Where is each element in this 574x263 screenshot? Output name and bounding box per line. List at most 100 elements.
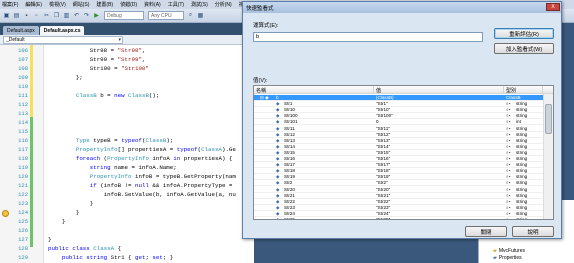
tab-default-aspx-cs[interactable]: Default.aspx.cs	[39, 26, 85, 35]
watch-row-name: Str100	[284, 113, 298, 119]
solution-explorer-icon[interactable]: ▦	[196, 11, 205, 20]
code-navigation-bar: _Default ▾	[0, 35, 254, 45]
line-number: 107	[18, 56, 28, 63]
document-tabs: Default.aspx Default.aspx.cs	[0, 23, 254, 35]
scrollbar-thumb[interactable]	[545, 104, 552, 134]
code-line: }	[48, 218, 66, 225]
watch-row-value: "Str20"	[376, 186, 391, 192]
watch-row-type: int	[516, 119, 521, 125]
visualizer-icon[interactable]: ⌕▾	[506, 187, 511, 193]
close-icon[interactable]: X	[546, 3, 560, 11]
vertical-scrollbar[interactable]	[543, 94, 553, 219]
visualizer-icon[interactable]: ⌕▾	[506, 107, 511, 113]
visualizer-icon[interactable]: ⌕▾	[506, 199, 511, 205]
menu-item[interactable]: 偵錯(D)	[120, 1, 137, 8]
column-header-type[interactable]: 型別	[504, 86, 543, 94]
expression-value: b	[256, 34, 260, 40]
platform-select[interactable]: Any CPU	[148, 11, 184, 20]
visualizer-icon[interactable]: ⌕▾	[506, 150, 511, 156]
menu-item[interactable]: 分析(N)	[215, 1, 232, 8]
watch-row-value: "Str22"	[376, 198, 391, 204]
visualizer-icon[interactable]: ⌕▾	[506, 205, 511, 211]
line-number: 112	[18, 101, 28, 108]
visualizer-icon[interactable]: ⌕▾	[506, 156, 511, 162]
property-icon: ◆	[276, 143, 280, 149]
column-header-name[interactable]: 名稱	[254, 86, 374, 94]
line-number: 126	[18, 227, 28, 234]
watch-row-type: string	[516, 113, 528, 119]
watch-row-name: Str20	[284, 186, 295, 192]
visualizer-icon[interactable]: ⌕▾	[506, 126, 511, 132]
column-header-value[interactable]: 值	[374, 86, 504, 94]
expand-icon[interactable]: ⊟ ◆	[260, 95, 269, 101]
watch-row-type: string	[516, 198, 528, 204]
cut-icon[interactable]: ✂	[42, 11, 51, 20]
menu-item[interactable]: 建置(B)	[96, 1, 113, 8]
redo-icon[interactable]: ↷	[82, 11, 91, 20]
save-icon[interactable]: ▪	[22, 11, 31, 20]
watch-row[interactable]: ◆ Str25 "Str25" ⌕▾ string	[254, 217, 553, 220]
watch-row-name: Str2	[284, 180, 293, 186]
solution-item-mvcfutures[interactable]: ▰ MvcFutures	[493, 248, 525, 254]
menu-item[interactable]: 網站(S)	[73, 1, 90, 8]
breakpoint-icon[interactable]	[2, 210, 9, 217]
visualizer-icon[interactable]: ⌕▾	[506, 132, 511, 138]
visualizer-icon[interactable]: ⌕▾	[506, 101, 511, 107]
watch-row-type: string	[516, 131, 528, 137]
menu-item[interactable]: 檢視(V)	[49, 1, 66, 8]
code-line: public class ClassA {	[48, 245, 122, 252]
visualizer-icon[interactable]: ⌕▾	[506, 168, 511, 174]
help-button[interactable]: 說明	[512, 226, 554, 237]
line-number: 121	[18, 182, 28, 189]
tab-default-aspx[interactable]: Default.aspx	[3, 26, 39, 35]
visualizer-icon[interactable]: ⌕▾	[506, 180, 511, 186]
visualizer-icon[interactable]: ⌕▾	[506, 217, 511, 219]
save-all-icon[interactable]: ▫	[32, 11, 41, 20]
line-number: 118	[18, 155, 28, 162]
watch-grid: 名稱 值 型別 ⊟ ◆ b {ClassB} ClassB ◆ Str1 "Str1" ⌕▾ s…	[253, 85, 554, 220]
visualizer-icon[interactable]: ⌕▾	[506, 144, 511, 150]
menu-item[interactable]: 測試(S)	[191, 1, 208, 8]
find-icon[interactable]: ⌕	[186, 11, 195, 20]
undo-icon[interactable]: ↶	[72, 11, 81, 20]
visualizer-icon[interactable]: ⌕▾	[506, 193, 511, 199]
visualizer-icon[interactable]: ⌕▾	[506, 174, 511, 180]
menu-item[interactable]: 工具(T)	[168, 1, 184, 8]
add-watch-button[interactable]: 加入監看式(W)	[494, 43, 554, 54]
open-file-icon[interactable]: ▤	[12, 11, 21, 20]
visualizer-icon[interactable]: ⌕▾	[506, 138, 511, 144]
watch-row-value: "Str15"	[376, 149, 391, 155]
watch-row-name: Str101	[284, 119, 298, 125]
watch-row-value: "Str17"	[376, 162, 391, 168]
menu-item[interactable]: 編輯(E)	[25, 1, 42, 8]
expression-input[interactable]: b	[253, 32, 483, 42]
property-icon: ◆	[276, 162, 280, 168]
new-project-icon[interactable]: ▣	[2, 11, 11, 20]
property-icon: ◆	[276, 204, 280, 210]
solution-config-select[interactable]: Debug	[104, 11, 144, 20]
visualizer-icon[interactable]: ⌕▾	[506, 162, 511, 168]
copy-icon[interactable]: ❐	[52, 11, 61, 20]
property-icon: ◆	[276, 217, 280, 220]
menu-item[interactable]: 檔案(F)	[2, 1, 18, 8]
visualizer-icon[interactable]: ⌕▾	[506, 113, 511, 119]
visualizer-icon[interactable]: ⌕▾	[506, 119, 511, 125]
changed-lines-marker	[30, 45, 33, 117]
property-icon: ◆	[276, 137, 280, 143]
class-dropdown[interactable]: _Default ▾	[3, 35, 123, 44]
line-number: 114	[18, 119, 28, 126]
reevaluate-button[interactable]: 重新評估(R)	[494, 28, 554, 39]
property-icon: ◆	[276, 107, 280, 113]
start-debug-icon[interactable]: ▶	[92, 11, 101, 20]
menu-item[interactable]: 資料(A)	[144, 1, 161, 8]
solution-item-properties[interactable]: ▰ Properties	[493, 255, 522, 261]
code-line: }	[48, 236, 52, 243]
code-editor[interactable]: 106 107 108 109 110 111 112 113 114 115 116 117 118 1…	[0, 45, 254, 263]
watch-row-type: string	[516, 149, 528, 155]
class-dropdown-value: _Default	[6, 36, 25, 43]
visualizer-icon[interactable]: ⌕▾	[506, 211, 511, 217]
paste-icon[interactable]: ▥	[62, 11, 71, 20]
watch-row-type: string	[516, 174, 528, 180]
close-button[interactable]: 關閉	[465, 226, 507, 237]
property-icon: ◆	[276, 113, 280, 119]
